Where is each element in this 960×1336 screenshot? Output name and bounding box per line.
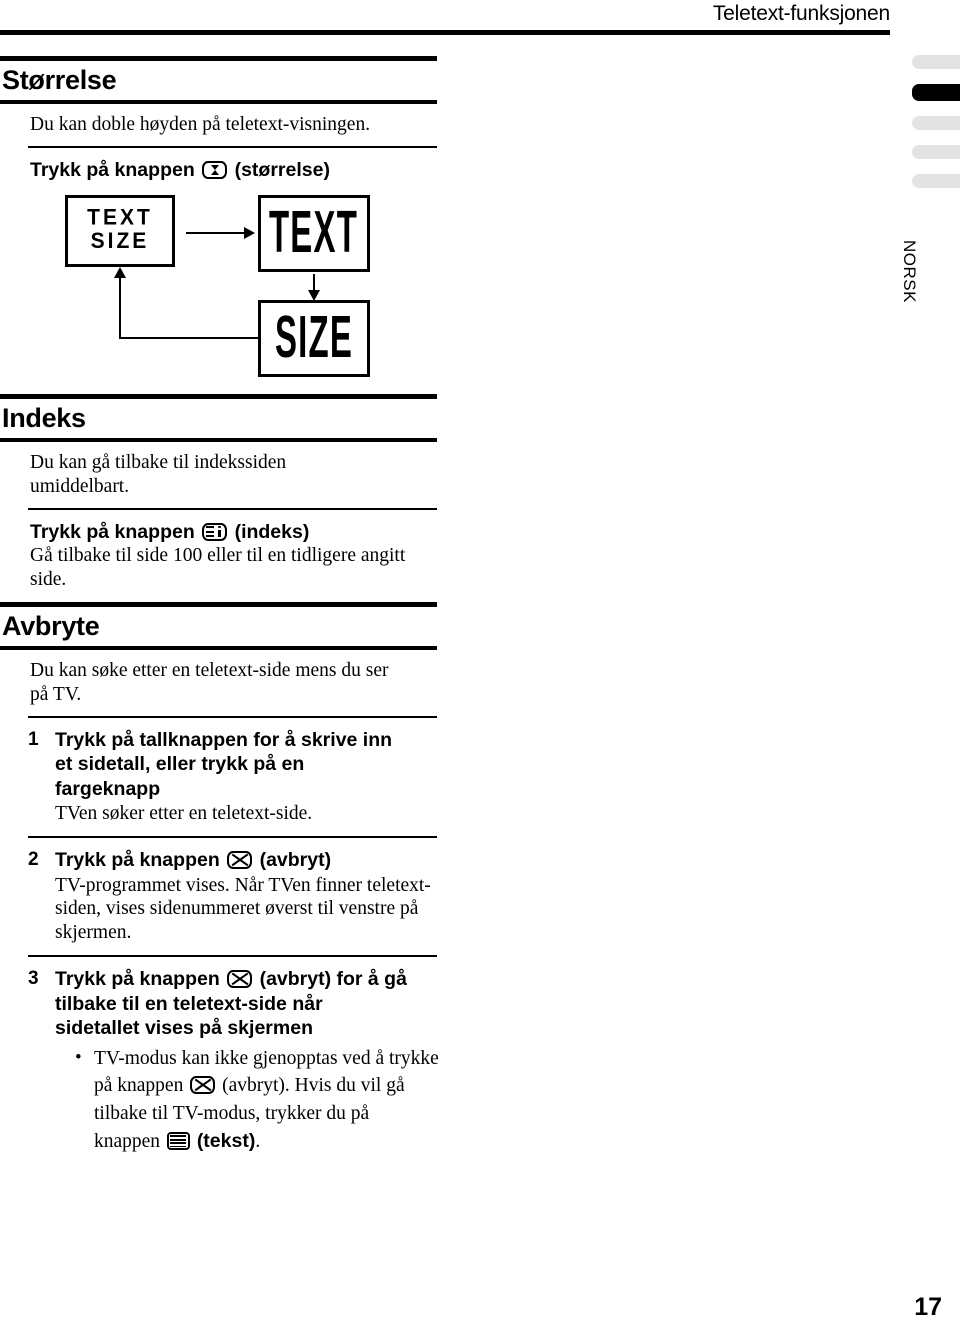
cancel-step-1: 1 Trykk på tallknappen for å skrive inn …: [0, 718, 440, 836]
index-intro-text: Du kan gå tilbake til indekssiden umidde…: [30, 452, 287, 497]
step-heading: Trykk på knappen (avbryt) for å gå tilba…: [55, 967, 410, 1041]
step-number: 1: [28, 728, 39, 750]
page-number: 17: [914, 1293, 942, 1321]
page-header: Teletext-funksjonen: [0, 0, 890, 40]
bullet-part-4: .: [255, 1130, 261, 1152]
size-instruction: Trykk på knappen (størrelse): [0, 148, 440, 183]
index-icon: [202, 522, 228, 541]
section-size: Størrelse Du kan doble høyden på teletex…: [0, 56, 440, 394]
index-instruction: Trykk på knappen (indeks): [0, 510, 440, 545]
cancel-step-3: 3 Trykk på knappen (avbryt) for å gå til…: [0, 957, 440, 1165]
content-column: Størrelse Du kan doble høyden på teletex…: [0, 56, 440, 1165]
step-bullet: • TV-modus kan ikke gjenopptas ved å try…: [55, 1041, 440, 1156]
page-title: Teletext-funksjonen: [712, 2, 890, 25]
step-heading-pre: Trykk på knappen: [55, 968, 220, 990]
size-instruction-pre: Trykk på knappen: [30, 159, 195, 182]
diagram-arrow-right-line: [186, 231, 246, 234]
side-tab-2-active[interactable]: [912, 84, 960, 101]
cancel-icon: [227, 851, 253, 870]
diagram-enlarged-top-label: TEXT: [269, 199, 359, 266]
diagram-arrow-down-head: [308, 289, 320, 301]
cancel-icon: [190, 1076, 216, 1095]
side-tab-5[interactable]: [912, 174, 960, 188]
step-number: 2: [28, 849, 39, 871]
size-instruction-post: (størrelse): [234, 159, 330, 182]
size-icon: [202, 161, 228, 180]
diagram-box-enlarged-bottom: SIZE: [258, 299, 370, 377]
step-body-text: TVen søker etter en teletext-side.: [55, 803, 313, 825]
step-heading: Trykk på tallknappen for å skrive inn et…: [55, 728, 393, 800]
step-heading-pre: Trykk på knappen: [55, 849, 220, 872]
section-title-size: Størrelse: [2, 65, 117, 95]
step-number: 3: [28, 968, 39, 989]
step-body-text: TV-programmet vises. Når TVen finner tel…: [55, 874, 431, 944]
section-index: Indeks Du kan gå tilbake til indekssiden…: [0, 393, 440, 602]
side-tab-3[interactable]: [912, 116, 960, 130]
side-tab-strip: [912, 55, 960, 203]
step-heading-post: (avbryt): [259, 849, 332, 872]
header-divider: [0, 30, 890, 35]
language-label: NORSK: [900, 240, 919, 303]
bullet-text: TV-modus kan ikke gjenopptas ved å trykk…: [94, 1045, 440, 1156]
diagram-box-normal: TEXT SIZE: [65, 194, 175, 267]
diagram-loop-head: [114, 266, 126, 278]
section-cancel: Avbryte Du kan søke etter en teletext-si…: [0, 601, 440, 1166]
side-tab-4[interactable]: [912, 145, 960, 159]
diagram-loop-vertical: [119, 276, 121, 339]
index-instruction-post: (indeks): [234, 520, 310, 543]
side-tab-1[interactable]: [912, 55, 960, 69]
section-title-index: Indeks: [2, 402, 86, 433]
step-heading: Trykk på knappen (avbryt): [55, 848, 440, 873]
size-intro-text: Du kan doble høyden på teletext-visninge…: [30, 114, 371, 136]
cancel-step-2: 2 Trykk på knappen (avbryt) TV-programme…: [0, 838, 440, 955]
text-size-diagram: TEXT SIZE TEXT SIZE: [0, 189, 440, 394]
bullet-part-3: (tekst): [196, 1129, 256, 1152]
cancel-icon: [227, 970, 253, 988]
index-instruction-body: Gå tilbake til side 100 eller til en tid…: [30, 545, 406, 590]
index-instruction-pre: Trykk på knappen: [30, 520, 195, 543]
diagram-enlarged-bottom-label: SIZE: [274, 304, 354, 371]
cancel-intro-text: Du kan søke etter en teletext-side mens …: [30, 660, 389, 705]
diagram-box-enlarged-top: TEXT: [258, 194, 370, 272]
section-title-cancel: Avbryte: [2, 610, 100, 641]
bullet-marker: •: [75, 1046, 82, 1068]
diagram-arrow-right-head: [244, 226, 255, 239]
text-icon: [166, 1131, 190, 1150]
diagram-loop-horizontal: [120, 336, 260, 339]
diagram-normal-label: TEXT SIZE: [87, 206, 153, 254]
